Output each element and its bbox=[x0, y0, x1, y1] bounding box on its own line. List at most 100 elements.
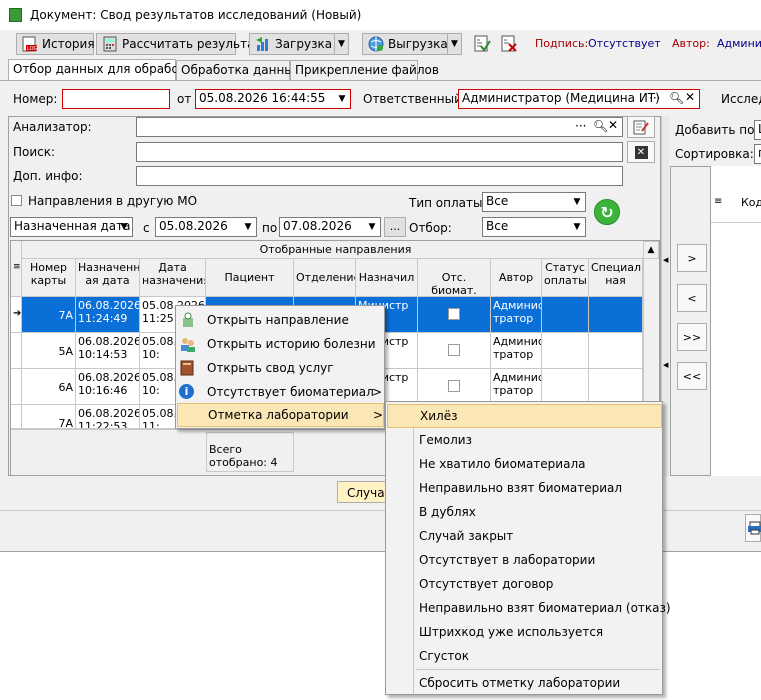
check-document-icon[interactable] bbox=[473, 35, 491, 56]
menu-item-open-services[interactable]: Открыть свод услуг bbox=[176, 356, 384, 380]
other-mo-checkbox[interactable] bbox=[11, 195, 22, 206]
cell-assigned-date[interactable]: 06.08.2026 10:14:53 bbox=[76, 333, 140, 369]
cell-card[interactable]: 7А bbox=[22, 297, 76, 333]
tab-selection[interactable]: Отбор данных для обработки bbox=[8, 59, 201, 80]
chevron-down-icon[interactable]: ▼ bbox=[240, 218, 256, 236]
col-date[interactable]: Дата назначения bbox=[140, 259, 206, 297]
submenu-item-duplicates[interactable]: В дублях bbox=[386, 500, 662, 524]
submenu-item-barcode-used[interactable]: Штрихкод уже используется bbox=[386, 620, 662, 644]
col-assigned-date[interactable]: Назначенн ая дата bbox=[76, 259, 140, 297]
analyzer-field[interactable]: ··· 🔍︎ ✕ bbox=[136, 117, 623, 137]
selection-select[interactable]: Все ▼ bbox=[482, 217, 586, 237]
move-all-left-button[interactable]: << bbox=[677, 362, 707, 390]
scroll-up-button[interactable]: ▲ bbox=[643, 241, 659, 259]
document-date-field[interactable]: 05.08.2026 16:44:55 ▼ bbox=[195, 89, 351, 109]
close-icon[interactable]: ✕ bbox=[608, 118, 618, 132]
submenu-item-wrong-sample-refusal[interactable]: Неправильно взят биоматериал (отказ) bbox=[386, 596, 671, 620]
author-value[interactable]: Админист bbox=[717, 37, 761, 50]
more-icon[interactable]: ··· bbox=[649, 91, 660, 105]
submenu-item-chylous[interactable]: Хилёз bbox=[387, 404, 662, 428]
period-button[interactable]: ... bbox=[384, 217, 406, 237]
col-department[interactable]: Отделение bbox=[294, 259, 356, 297]
cell-author[interactable]: Админис тратор bbox=[491, 297, 542, 333]
submenu-item-clot[interactable]: Сгусток bbox=[386, 644, 662, 668]
col-card[interactable]: Номер карты bbox=[22, 259, 76, 297]
date-to-field[interactable]: 07.08.2026 ▼ bbox=[279, 217, 381, 237]
cell-pay-status[interactable] bbox=[542, 297, 589, 333]
submenu-item-no-contract[interactable]: Отсутствует договор bbox=[386, 572, 662, 596]
date-from-field[interactable]: 05.08.2026 ▼ bbox=[155, 217, 257, 237]
submenu-item-case-closed[interactable]: Случай закрыт bbox=[386, 524, 662, 548]
col-code[interactable]: Код bbox=[741, 196, 761, 209]
cell-author[interactable]: Админис тратор bbox=[491, 369, 542, 405]
submenu-item-missing-in-lab[interactable]: Отсутствует в лаборатории bbox=[386, 548, 662, 572]
cell-no-biomaterial[interactable] bbox=[418, 297, 491, 333]
unload-button[interactable]: Выгрузка ▼ bbox=[362, 33, 462, 55]
close-icon[interactable]: ✕ bbox=[685, 90, 695, 104]
cell-no-biomaterial[interactable] bbox=[418, 369, 491, 405]
date-type-select[interactable]: Назначенная дата ▼ bbox=[10, 217, 133, 237]
cell-assigned-date[interactable]: 06.08.2026 11:24:49 bbox=[76, 297, 140, 333]
add-by-select[interactable]: Ш bbox=[754, 120, 761, 140]
cell-assigned-date[interactable]: 06.08.2026 10:16:46 bbox=[76, 369, 140, 405]
col-no-biomaterial[interactable]: Отс. биомат. bbox=[418, 259, 491, 297]
col-assigned-by[interactable]: Назначил bbox=[356, 259, 418, 297]
col-author[interactable]: Автор bbox=[491, 259, 542, 297]
menu-item-open-history[interactable]: Открыть историю болезни bbox=[176, 332, 384, 356]
load-button[interactable]: Загрузка ▼ bbox=[249, 33, 349, 55]
search-icon[interactable]: 🔍︎ bbox=[669, 91, 684, 105]
no-biomaterial-checkbox[interactable] bbox=[448, 308, 460, 320]
col-patient[interactable]: Пациент bbox=[206, 259, 294, 297]
tab-processing[interactable]: Обработка данных bbox=[176, 60, 301, 80]
chevron-down-icon[interactable]: ▼ bbox=[334, 34, 348, 54]
edit-list-button[interactable] bbox=[627, 116, 655, 138]
row-menu-icon[interactable]: ≡ bbox=[714, 196, 722, 207]
responsible-field[interactable]: Администратор (Медицина ИТ) ··· 🔍︎ ✕ bbox=[458, 89, 700, 109]
calc-result-button[interactable]: Рассчитать результат bbox=[96, 33, 261, 55]
chevron-down-icon[interactable]: ▼ bbox=[447, 34, 461, 54]
no-biomaterial-checkbox[interactable] bbox=[448, 344, 460, 356]
move-right-button[interactable]: > bbox=[677, 244, 707, 272]
move-all-right-button[interactable]: >> bbox=[677, 323, 707, 351]
cell-card[interactable]: 6А bbox=[22, 369, 76, 405]
tab-attachments[interactable]: Прикрепление файлов bbox=[290, 60, 439, 80]
move-left-button[interactable]: < bbox=[677, 284, 707, 312]
number-field[interactable] bbox=[62, 89, 170, 109]
extra-info-field[interactable] bbox=[136, 166, 623, 186]
cell-card[interactable]: 5А bbox=[22, 333, 76, 369]
submenu-item-wrong-sample[interactable]: Неправильно взят биоматериал bbox=[386, 476, 662, 500]
cell-special[interactable] bbox=[589, 369, 643, 405]
cell-pay-status[interactable] bbox=[542, 333, 589, 369]
menu-item-no-biomaterial[interactable]: i Отсутствует биоматериал > bbox=[176, 380, 384, 404]
pay-type-select[interactable]: Все ▼ bbox=[482, 192, 586, 212]
cell-special[interactable] bbox=[589, 333, 643, 369]
chevron-down-icon[interactable]: ▼ bbox=[364, 218, 380, 236]
row-indicator bbox=[11, 333, 22, 369]
menu-item-lab-mark[interactable]: Отметка лаборатории > bbox=[177, 403, 384, 427]
search-input[interactable] bbox=[136, 142, 623, 162]
menu-item-open-referral[interactable]: Открыть направление bbox=[176, 308, 384, 332]
history-button[interactable]: LOG История bbox=[16, 33, 95, 55]
sort-select[interactable]: п bbox=[754, 144, 761, 164]
submenu-item-reset[interactable]: Сбросить отметку лаборатории bbox=[386, 671, 662, 695]
refresh-button[interactable]: ↻ bbox=[594, 199, 620, 225]
chevron-down-icon[interactable]: ▼ bbox=[334, 90, 350, 108]
submenu-item-hemolysis[interactable]: Гемолиз bbox=[386, 428, 662, 452]
col-pay-status[interactable]: Статус оплаты bbox=[542, 259, 589, 297]
print-button[interactable] bbox=[745, 514, 761, 542]
signature-value[interactable]: Отсутствует bbox=[588, 37, 661, 50]
no-biomaterial-checkbox[interactable] bbox=[448, 380, 460, 392]
col-special[interactable]: Специаль ная bbox=[589, 259, 643, 297]
cell-assigned-date[interactable]: 06.08.2026 11:22:53 bbox=[76, 405, 140, 429]
cell-no-biomaterial[interactable] bbox=[418, 333, 491, 369]
search-icon[interactable]: 🔍︎ bbox=[593, 119, 608, 133]
clear-search-button[interactable]: ✕ bbox=[627, 141, 655, 163]
row-menu-icon[interactable]: ≡ bbox=[11, 241, 22, 297]
more-icon[interactable]: ··· bbox=[575, 119, 586, 133]
cell-special[interactable] bbox=[589, 297, 643, 333]
cell-author[interactable]: Админис тратор bbox=[491, 333, 542, 369]
cell-pay-status[interactable] bbox=[542, 369, 589, 405]
cancel-document-icon[interactable] bbox=[500, 35, 518, 56]
cell-card[interactable]: 7А bbox=[22, 405, 76, 429]
submenu-item-insufficient[interactable]: Не хватило биоматериала bbox=[386, 452, 662, 476]
